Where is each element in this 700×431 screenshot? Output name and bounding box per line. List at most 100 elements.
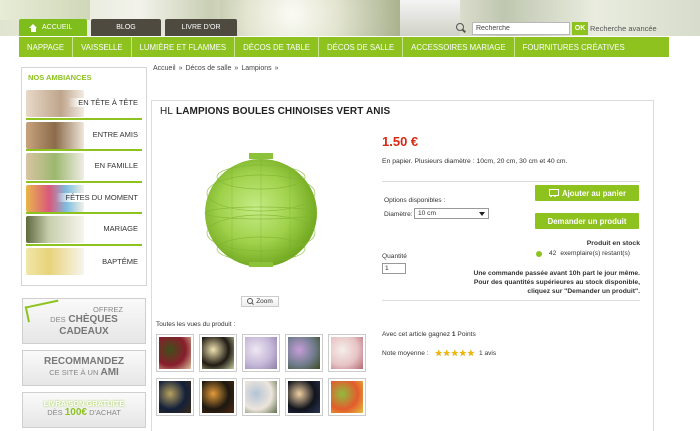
breadcrumb: Accueil » Décos de salle » Lampions » — [153, 65, 279, 72]
breadcrumb-home[interactable]: Accueil — [153, 65, 176, 72]
review-count[interactable]: 1 avis — [479, 350, 496, 357]
sidebar-item-entre-amis[interactable]: Entre amis — [26, 120, 142, 151]
free-shipping-banner[interactable]: Livraison gratuite dès 100€ d'achat — [22, 392, 146, 428]
ambiance-image — [26, 121, 84, 149]
product-thumbnail[interactable] — [242, 334, 280, 372]
cart-icon — [548, 189, 559, 197]
nav-item-accessoires[interactable]: Accessoires mariage — [403, 37, 515, 57]
breadcrumb-separator: » — [178, 65, 183, 72]
banner-photo — [220, 0, 400, 36]
stock-dot-icon — [536, 250, 542, 257]
sidebar-item-label: Baptême — [92, 256, 142, 266]
divider — [382, 300, 640, 301]
product-image[interactable] — [202, 151, 320, 269]
sidebar-item-fetes[interactable]: Fêtes du moment — [26, 183, 142, 214]
product-thumbnail[interactable] — [328, 378, 366, 416]
sidebar-item-label: Mariage — [93, 224, 142, 234]
star-icon: ★ — [450, 348, 459, 358]
zoom-button[interactable]: Zoom — [241, 296, 279, 307]
search-ok-button[interactable]: OK — [572, 21, 588, 35]
breadcrumb-lampions[interactable]: Lampions — [241, 65, 271, 72]
ambiance-image — [26, 216, 84, 243]
diameter-select[interactable]: 10 cm — [414, 208, 489, 219]
thumbnail-image — [331, 337, 363, 369]
ambiance-image — [26, 247, 84, 275]
stock-count: 42 exemplaire(s) restant(s) — [536, 250, 630, 257]
thumbnail-grid — [156, 334, 368, 416]
product-thumbnail[interactable] — [328, 334, 366, 372]
tab-blog[interactable]: Blog — [91, 19, 161, 36]
nav-item-vaisselle[interactable]: Vaisselle — [73, 37, 132, 57]
search-bar: OK Recherche avancée — [455, 21, 657, 35]
promo-text: Cadeaux — [59, 326, 109, 337]
banner-photo — [0, 0, 90, 20]
tab-home[interactable]: Accueil — [19, 19, 87, 36]
add-to-cart-button[interactable]: Ajouter au panier — [535, 185, 639, 201]
thumbnail-image — [288, 337, 320, 369]
nav-item-lumiere[interactable]: Lumière et flammes — [132, 37, 236, 57]
breadcrumb-decos-salle[interactable]: Décos de salle — [185, 65, 231, 72]
sidebar-item-bapteme[interactable]: Baptême — [26, 246, 142, 278]
product-thumbnail[interactable] — [285, 378, 323, 416]
thumbnail-image — [245, 337, 277, 369]
product-thumbnail[interactable] — [242, 378, 280, 416]
star-icon: ★ — [434, 348, 443, 358]
product-thumbnail[interactable] — [285, 334, 323, 372]
search-input[interactable] — [472, 21, 570, 35]
product-price: 1.50 € — [382, 134, 419, 149]
promo-text: dès 100€ d'achat — [47, 407, 121, 418]
product-thumbnail[interactable] — [156, 334, 194, 372]
thumbnail-image — [245, 381, 277, 413]
product-thumbnail[interactable] — [156, 378, 194, 416]
stock-count-unit: exemplaire(s) restant(s) — [560, 250, 630, 257]
nav-item-decos-salle[interactable]: Décos de salle — [319, 37, 404, 57]
zoom-label: Zoom — [256, 298, 273, 305]
sidebar-item-mariage[interactable]: Mariage — [26, 214, 142, 246]
sidebar-item-tete-a-tete[interactable]: En tête à tête — [26, 88, 142, 120]
nav-item-nappage[interactable]: Nappage — [19, 37, 74, 57]
diameter-value: 10 cm — [418, 210, 436, 217]
star-icon: ★ — [458, 348, 467, 358]
tab-guestbook-label: Livre d'or — [181, 24, 221, 31]
divider — [382, 181, 640, 182]
request-product-button[interactable]: Demander un produit — [535, 213, 639, 229]
zoom-icon — [247, 298, 254, 305]
tab-blog-label: Blog — [116, 24, 136, 31]
ambiances-title: Nos ambiances — [28, 73, 92, 82]
views-label: Toutes les vues du produit : — [156, 321, 236, 328]
rating-stars: ★ ★ ★ ★ ★ — [435, 349, 475, 358]
sidebar-item-label: Entre amis — [82, 129, 142, 139]
ambiance-image — [26, 153, 84, 180]
thumbnail-image — [331, 381, 363, 413]
product-title: HL Lampions boules chinoises vert anis — [160, 106, 391, 117]
chevron-down-icon — [479, 211, 485, 216]
rating-label: Note moyenne : — [382, 350, 429, 357]
product-thumbnail[interactable] — [199, 378, 237, 416]
nav-item-decos-table[interactable]: Décos de table — [235, 37, 319, 57]
thumbnail-image — [159, 337, 191, 369]
advanced-search-link[interactable]: Recherche avancée — [590, 24, 657, 33]
sidebar-item-label: Fêtes du moment — [55, 192, 142, 202]
thumbnail-image — [159, 381, 191, 413]
recommend-banner[interactable]: Recommandez ce site à un Ami — [22, 350, 146, 386]
stock-status: Produit en stock — [586, 240, 640, 247]
tab-guestbook[interactable]: Livre d'or — [165, 19, 237, 36]
shipping-note: Une commande passée avant 10h part le jo… — [473, 270, 640, 295]
sidebar-item-en-famille[interactable]: En famille — [26, 151, 142, 183]
sidebar-item-label: En famille — [84, 161, 142, 171]
banner-photo — [400, 0, 460, 36]
breadcrumb-separator: » — [234, 65, 239, 72]
promo-text: ce site à un Ami — [49, 367, 119, 378]
options-label: Options disponibles : — [384, 197, 446, 204]
product-brand: HL — [160, 106, 173, 117]
nav-item-fournitures[interactable]: Fournitures créatives — [515, 37, 633, 57]
thumbnail-image — [288, 381, 320, 413]
star-icon: ★ — [466, 348, 475, 358]
gift-cheques-banner[interactable]: Offrez des Chèques Cadeaux — [22, 298, 146, 344]
average-rating: Note moyenne : ★ ★ ★ ★ ★ 1 avis — [382, 349, 496, 358]
quantity-input[interactable]: 1 — [382, 263, 406, 274]
sidebar-item-label: En tête à tête — [68, 98, 142, 108]
request-product-label: Demander un produit — [547, 216, 627, 226]
add-to-cart-label: Ajouter au panier — [561, 188, 627, 198]
product-thumbnail[interactable] — [199, 334, 237, 372]
